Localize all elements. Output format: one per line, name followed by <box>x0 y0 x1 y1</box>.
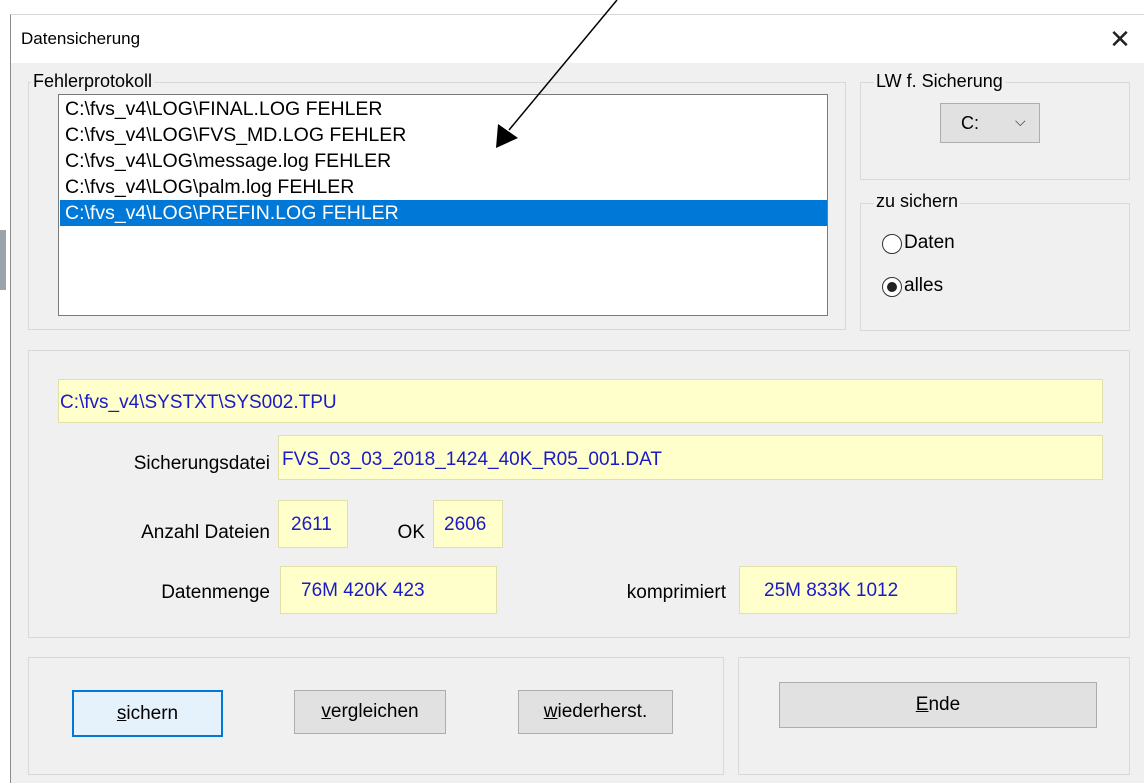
current-file-field: C:\fvs_v4\SYSTXT\SYS002.TPU <box>58 379 1103 423</box>
zu-sichern-legend: zu sichern <box>874 191 961 212</box>
datenmenge-field: 76M 420K 423 <box>280 566 497 614</box>
mnemonic: v <box>321 701 331 722</box>
komprimiert-label: komprimiert <box>626 582 726 603</box>
window-title: Datensicherung <box>21 29 141 48</box>
mnemonic: E <box>915 694 929 715</box>
drive-select[interactable]: C: ⌵ <box>940 103 1040 143</box>
radio-alles[interactable] <box>882 277 902 297</box>
button-label: ergleichen <box>330 701 419 722</box>
radio-daten[interactable] <box>882 234 902 254</box>
list-item[interactable]: C:\fvs_v4\LOG\palm.log FEHLER <box>60 174 827 200</box>
radio-daten-label[interactable]: Daten <box>904 232 955 254</box>
sicherungsdatei-field: FVS_03_03_2018_1424_40K_R05_001.DAT <box>278 435 1103 480</box>
radio-selected-dot <box>887 282 897 292</box>
ok-label: OK <box>397 522 425 543</box>
datenmenge-label: Datenmenge <box>161 582 270 603</box>
button-label: iederherst. <box>557 701 648 722</box>
vergleichen-button[interactable]: vergleichen <box>294 690 446 734</box>
chevron-down-icon: ⌵ <box>1015 113 1026 129</box>
mnemonic: s <box>116 703 127 724</box>
zu-sichern-group <box>860 203 1130 331</box>
drive-value: C: <box>961 113 979 133</box>
anzahl-dateien-field: 2611 <box>278 500 348 548</box>
fehlerprotokoll-legend: Fehlerprotokoll <box>31 71 155 92</box>
list-item-selected[interactable]: C:\fvs_v4\LOG\PREFIN.LOG FEHLER <box>60 200 827 226</box>
close-button[interactable]: ✕ <box>1100 20 1140 58</box>
sicherungsdatei-label: Sicherungsdatei <box>133 453 270 474</box>
list-item[interactable]: C:\fvs_v4\LOG\FINAL.LOG FEHLER <box>60 96 827 122</box>
mnemonic: w <box>543 701 558 722</box>
komprimiert-field: 25M 833K 1012 <box>739 566 957 614</box>
wiederherst-button[interactable]: wiederherst. <box>518 690 673 734</box>
ende-button[interactable]: Ende <box>779 682 1097 728</box>
button-label: nde <box>928 694 961 715</box>
title-bar <box>11 15 1144 63</box>
ok-field: 2606 <box>433 500 503 548</box>
background-window-edge <box>0 230 6 290</box>
laufwerk-legend: LW f. Sicherung <box>874 71 1005 92</box>
list-item[interactable]: C:\fvs_v4\LOG\message.log FEHLER <box>60 148 827 174</box>
sichern-button[interactable]: sichern <box>72 690 223 737</box>
radio-alles-label[interactable]: alles <box>904 275 943 297</box>
list-item[interactable]: C:\fvs_v4\LOG\FVS_MD.LOG FEHLER <box>60 122 827 148</box>
error-log-listbox[interactable]: C:\fvs_v4\LOG\FINAL.LOG FEHLER C:\fvs_v4… <box>58 94 828 316</box>
anzahl-dateien-label: Anzahl Dateien <box>141 522 270 543</box>
button-label: ichern <box>126 703 179 724</box>
